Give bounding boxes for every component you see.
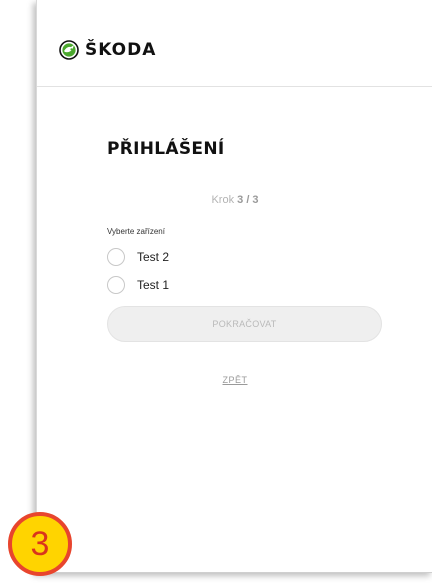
device-select-label: Vyberte zařízení [107,227,165,236]
device-option-test-2[interactable]: Test 2 [107,248,169,266]
device-option-label: Test 2 [137,250,170,264]
page-title: PŘIHLÁŠENÍ [107,139,225,159]
radio-button[interactable] [107,248,125,266]
continue-button[interactable]: POKRAČOVAT [107,306,382,342]
step-value: 3 / 3 [237,194,259,206]
skoda-logo[interactable]: ŠKODA [59,40,156,60]
brand-name: ŠKODA [85,40,157,60]
step-prefix: Krok [211,194,235,206]
step-indicator: Krok 3 / 3 [37,194,432,206]
device-option-test-1[interactable]: Test 1 [107,276,169,294]
back-link-row: ZPĚT [37,375,432,385]
back-link[interactable]: ZPĚT [222,375,247,385]
step-number-badge: 3 [8,512,72,576]
device-option-label: Test 1 [137,278,170,292]
radio-button[interactable] [107,276,125,294]
skoda-logo-icon [59,40,79,60]
header: ŠKODA [37,0,432,87]
login-card: ŠKODA PŘIHLÁŠENÍ Krok 3 / 3 Vyberte zaří… [36,0,432,573]
page: ŠKODA PŘIHLÁŠENÍ Krok 3 / 3 Vyberte zaří… [0,0,432,588]
